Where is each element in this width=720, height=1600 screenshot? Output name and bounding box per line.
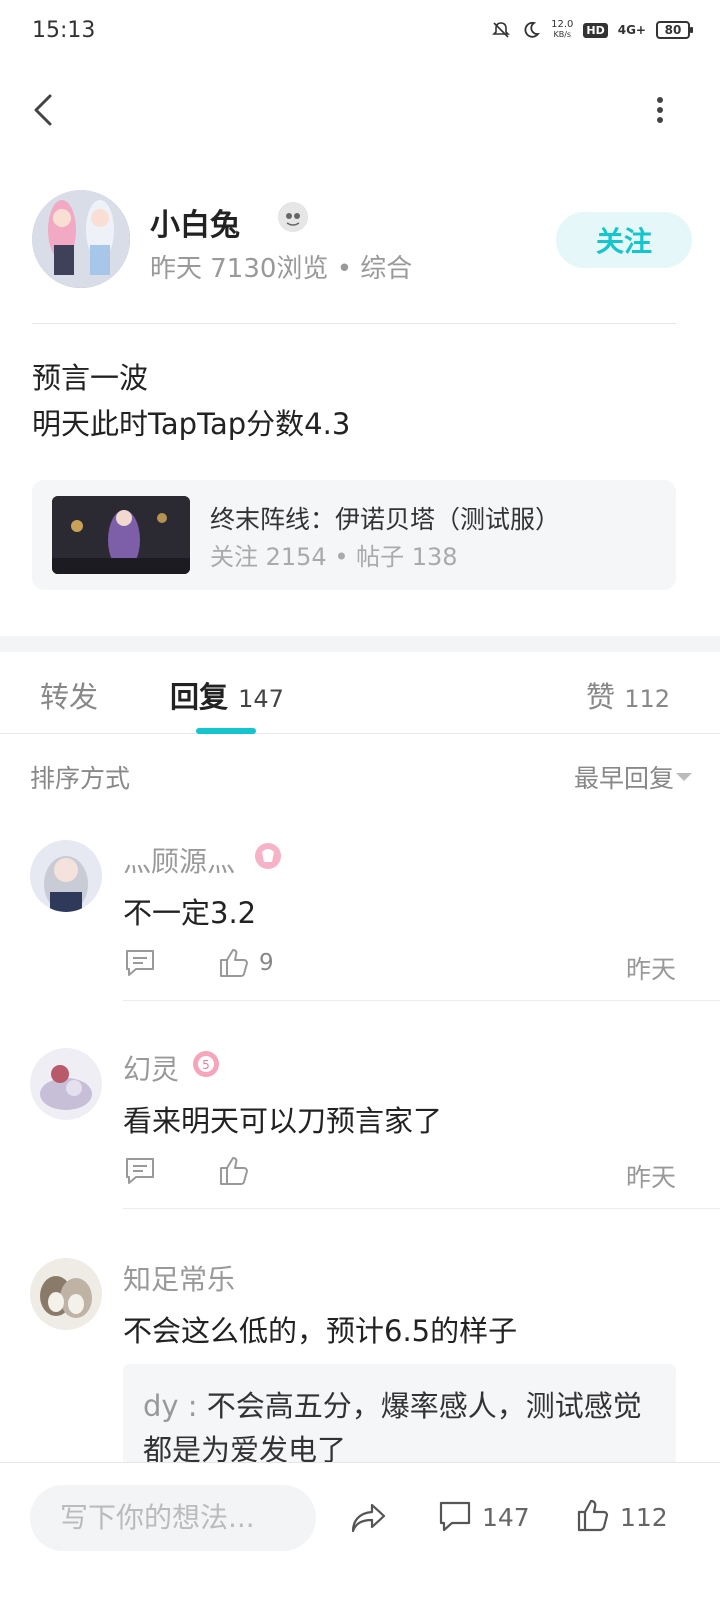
sort-bar: 排序方式 最早回复 [0, 735, 720, 815]
sub-reply-content: dy : 不会高五分，爆率感人，测试感觉都是为爱发电了 [143, 1384, 643, 1472]
avatar-art [32, 190, 130, 288]
game-stats: 关注 2154 • 帖子 138 [210, 543, 458, 571]
comment-text: 不一定3.2 [123, 896, 257, 930]
post-meta: 昨天 7130浏览 • 综合 [150, 254, 413, 284]
comment-text: 不会这么低的，预计6.5的样子 [123, 1314, 518, 1348]
hd-badge: HD [583, 22, 608, 38]
comment-author[interactable]: 幻灵 [123, 1048, 179, 1088]
author-name[interactable]: 小白兔 [150, 200, 240, 244]
comment-author[interactable]: 知足常乐 [123, 1258, 235, 1298]
share-icon[interactable] [350, 1501, 388, 1535]
status-bar: 15:13 12.0 KB/s HD 4G+ 80 [0, 0, 720, 68]
reply-icon[interactable] [123, 946, 157, 980]
tab-bar: 转发 回复 147 赞 112 [0, 652, 720, 734]
tab-repost[interactable]: 转发 [40, 674, 98, 716]
level-badge-icon: 5 [193, 1051, 219, 1077]
sub-reply-colon: : [178, 1389, 207, 1423]
battery-icon: 80 [656, 21, 693, 39]
like-icon[interactable] [217, 946, 251, 980]
comment-icon[interactable] [438, 1499, 472, 1533]
comment-text: 看来明天可以刀预言家了 [123, 1104, 443, 1138]
post-line-1: 预言一波 [32, 361, 149, 395]
comment-item: 灬顾源灬 不一定3.2 9 昨天 [0, 840, 720, 1002]
user-badge-icon [255, 843, 281, 869]
author-badge-icon [278, 202, 308, 232]
active-tab-indicator [196, 728, 256, 734]
comment-input[interactable]: 写下你的想法... [30, 1485, 316, 1551]
author-avatar[interactable] [32, 190, 130, 288]
comment-item: 知足常乐 不会这么低的，预计6.5的样子 dy : 不会高五分，爆率感人，测试感… [0, 1258, 720, 1484]
tab-reply-count: 147 [238, 685, 284, 713]
avatar-art [30, 1258, 102, 1330]
post-line-2: 明天此时TapTap分数4.3 [32, 407, 351, 441]
comment-author[interactable]: 灬顾源灬 [123, 840, 235, 880]
comment-count: 147 [482, 1503, 530, 1532]
sub-reply-user[interactable]: dy [143, 1389, 179, 1423]
comment-time: 昨天 [625, 1163, 676, 1192]
comment-avatar[interactable] [30, 840, 102, 912]
like-icon[interactable] [576, 1497, 610, 1533]
back-arrow-icon[interactable] [28, 90, 58, 130]
tab-like[interactable]: 赞 112 [586, 674, 670, 716]
comment-actions: 昨天 [123, 1154, 676, 1194]
game-title: 终末阵线：伊诺贝塔（测试服） [210, 505, 561, 534]
sub-reply-text: 不会高五分，爆率感人，测试感觉都是为爱发电了 [143, 1389, 642, 1467]
bottom-bar: 写下你的想法... 147 112 [0, 1462, 720, 1600]
divider [123, 1000, 720, 1001]
system-icons: 12.0 KB/s HD 4G+ 80 [491, 19, 693, 40]
avatar-art [30, 1048, 102, 1120]
net-speed: 12.0 KB/s [551, 19, 574, 40]
sort-dropdown[interactable]: 最早回复 [574, 759, 674, 795]
comment-avatar[interactable] [30, 1048, 102, 1120]
comment-time: 昨天 [625, 955, 676, 984]
moon-icon [524, 21, 541, 38]
comment-item: 幻灵 5 看来明天可以刀预言家了 昨天 [0, 1048, 720, 1210]
post-content: 预言一波 明天此时TapTap分数4.3 [32, 355, 350, 447]
tab-reply-label: 回复 [170, 680, 229, 714]
mute-icon [492, 22, 511, 38]
tab-like-label: 赞 [586, 680, 616, 714]
like-count: 112 [620, 1503, 668, 1532]
tab-reply[interactable]: 回复 147 [170, 674, 284, 716]
section-gap [0, 636, 720, 652]
divider [32, 323, 676, 324]
like-count: 9 [259, 950, 274, 976]
caret-down-icon[interactable] [676, 773, 692, 781]
game-art [52, 496, 190, 574]
signal-icon: 4G+ [617, 23, 646, 37]
comment-actions: 9 昨天 [123, 946, 676, 986]
svg-text:5: 5 [202, 1058, 210, 1072]
comment-avatar[interactable] [30, 1258, 102, 1330]
status-time: 15:13 [32, 18, 96, 43]
game-card[interactable]: 终末阵线：伊诺贝塔（测试服） 关注 2154 • 帖子 138 [32, 480, 676, 590]
divider [123, 1208, 720, 1209]
top-nav [0, 80, 720, 140]
avatar-art [30, 840, 102, 912]
sort-label: 排序方式 [30, 764, 131, 793]
like-icon[interactable] [217, 1154, 251, 1188]
tab-like-count: 112 [624, 685, 671, 713]
more-options-icon[interactable] [650, 92, 670, 128]
game-thumbnail [52, 496, 190, 574]
follow-button[interactable]: 关注 [556, 212, 692, 268]
post-author: 小白兔 昨天 7130浏览 • 综合 关注 [32, 190, 692, 290]
reply-icon[interactable] [123, 1154, 157, 1188]
